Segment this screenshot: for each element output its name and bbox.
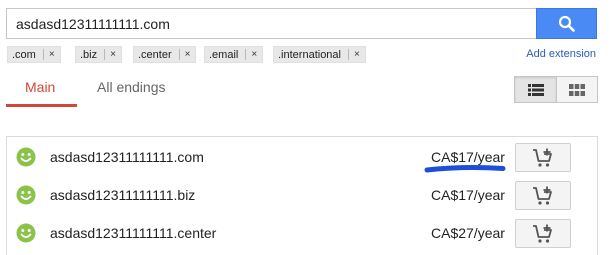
domain-name: asdasd12311111111.com [50, 149, 204, 165]
extension-chip-international: .international × [273, 46, 366, 63]
chip-divider [42, 49, 44, 60]
add-to-cart-icon [533, 148, 552, 167]
search-icon [558, 15, 575, 32]
add-to-cart-icon [533, 224, 552, 243]
result-row: asdasd12311111111.biz CA$17/year [7, 176, 597, 214]
extension-chip-biz: .biz × [75, 46, 122, 63]
search-button[interactable] [536, 8, 597, 39]
smiley-icon [16, 147, 36, 167]
smiley-icon [16, 185, 36, 205]
list-view-button[interactable] [514, 76, 556, 103]
list-view-icon [527, 83, 544, 96]
domain-price: CA$17/year [431, 149, 505, 165]
domain-name: asdasd12311111111.biz [50, 187, 196, 203]
extension-chip-com: .com × [7, 46, 61, 63]
chip-label: .international [278, 48, 341, 61]
grid-view-button[interactable] [556, 76, 598, 103]
domain-name: asdasd12311111111.center [50, 225, 217, 241]
chip-remove-button[interactable]: × [110, 49, 121, 60]
add-extension-link[interactable]: Add extension [526, 48, 596, 60]
chip-divider [104, 49, 106, 60]
results-list: asdasd12311111111.com CA$17/year asdasd1… [6, 136, 598, 255]
smiley-icon [16, 223, 36, 243]
add-to-cart-icon [533, 186, 552, 205]
tab-all-endings[interactable]: All endings [97, 79, 166, 95]
chip-label: .center [138, 48, 172, 61]
chip-label: .biz [80, 48, 98, 61]
search-input[interactable] [6, 8, 536, 39]
active-tab-indicator [6, 104, 77, 107]
chip-divider [178, 49, 180, 60]
chip-remove-button[interactable]: × [354, 49, 365, 60]
tab-main[interactable]: Main [25, 79, 55, 95]
chip-divider [245, 49, 247, 60]
chip-label: .com [12, 48, 36, 61]
grid-view-icon [569, 83, 585, 96]
chip-remove-button[interactable]: × [185, 49, 196, 60]
extension-chip-center: .center × [133, 46, 197, 63]
result-row: asdasd12311111111.center CA$27/year [7, 214, 597, 252]
chip-remove-button[interactable]: × [49, 49, 60, 60]
add-to-cart-button[interactable] [515, 181, 571, 210]
domain-price: CA$27/year [431, 225, 505, 241]
result-row: asdasd12311111111.com CA$17/year [7, 138, 597, 176]
chip-remove-button[interactable]: × [251, 49, 262, 60]
view-toggle [514, 76, 598, 103]
domain-price: CA$17/year [431, 187, 505, 203]
add-to-cart-button[interactable] [515, 219, 571, 248]
chip-divider [348, 49, 349, 60]
extension-chip-email: .email × [204, 46, 264, 63]
add-to-cart-button[interactable] [515, 143, 571, 172]
chip-label: .email [209, 48, 239, 61]
